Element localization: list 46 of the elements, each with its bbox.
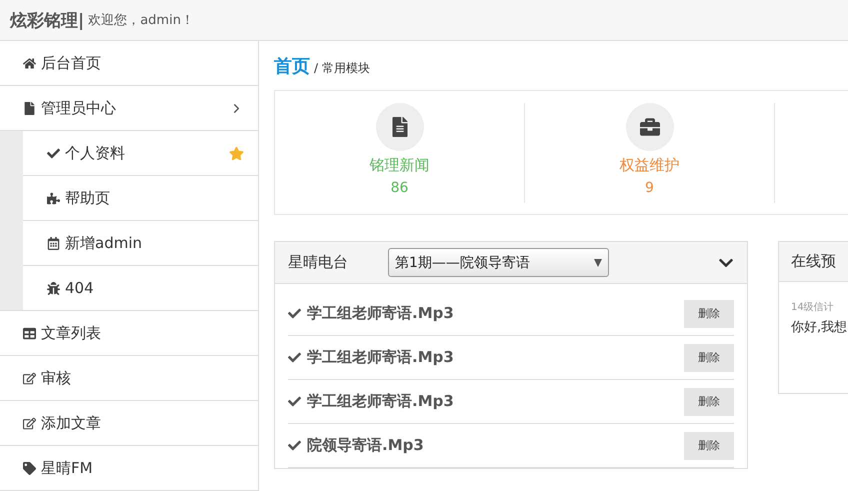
stat-count: 86: [390, 180, 408, 196]
edit-icon: [23, 416, 36, 430]
submenu-item[interactable]: 帮助页: [23, 176, 258, 221]
stat-label: 权益维护: [620, 156, 680, 174]
sidebar-item[interactable]: 管理员中心: [0, 86, 258, 131]
check-icon: [288, 307, 301, 320]
panel-title: 在线预: [791, 252, 836, 271]
file-name: 学工组老师寄语.Mp3: [307, 304, 455, 323]
check-icon: [288, 351, 301, 364]
panel-title: 星晴电台: [288, 253, 348, 272]
entry-text: 你好,我想: [791, 319, 848, 336]
welcome-text: 欢迎您，admin！: [88, 12, 194, 29]
stat-label: 铭理新闻: [370, 156, 430, 174]
tag-icon: [23, 462, 36, 474]
submenu-item[interactable]: 404: [23, 266, 258, 311]
submenu-item[interactable]: 个人资料: [23, 131, 258, 176]
episode-select[interactable]: 第1期——院领导寄语: [388, 248, 609, 277]
home-icon: [23, 56, 36, 70]
entry-meta: 14级信计: [791, 300, 835, 314]
bug-icon: [47, 282, 60, 294]
delete-button[interactable]: 删除: [684, 344, 734, 372]
file-name: 学工组老师寄语.Mp3: [307, 348, 455, 367]
delete-button[interactable]: 删除: [684, 300, 734, 328]
submenu-item[interactable]: 新增admin: [23, 221, 258, 266]
check-icon: [288, 395, 301, 408]
delete-button[interactable]: 删除: [684, 432, 734, 460]
breadcrumb-current: / 常用模块: [314, 60, 370, 77]
delete-button[interactable]: 删除: [684, 388, 734, 416]
sidebar-item[interactable]: 审核: [0, 356, 258, 401]
sidebar-item[interactable]: 添加文章: [0, 401, 258, 446]
sidebar-item[interactable]: 后台首页: [0, 41, 258, 86]
file-name: 学工组老师寄语.Mp3: [307, 392, 455, 411]
check-icon: [47, 146, 60, 160]
puzzle-icon: [47, 192, 60, 204]
edit-icon: [23, 372, 36, 384]
stat-count: 9: [645, 180, 654, 196]
sidebar-item[interactable]: 星晴FM: [0, 446, 258, 491]
sidebar-item[interactable]: 文章列表: [0, 311, 258, 356]
file-name: 院领导寄语.Mp3: [307, 436, 425, 455]
breadcrumb-home-link[interactable]: 首页: [274, 54, 310, 78]
check-icon: [288, 439, 301, 452]
brand-title: 炫彩铭理|: [10, 10, 84, 32]
table-icon: [23, 326, 36, 340]
caret-icon: [594, 258, 602, 266]
calendar-icon: [47, 236, 60, 250]
file-icon: [23, 102, 36, 114]
